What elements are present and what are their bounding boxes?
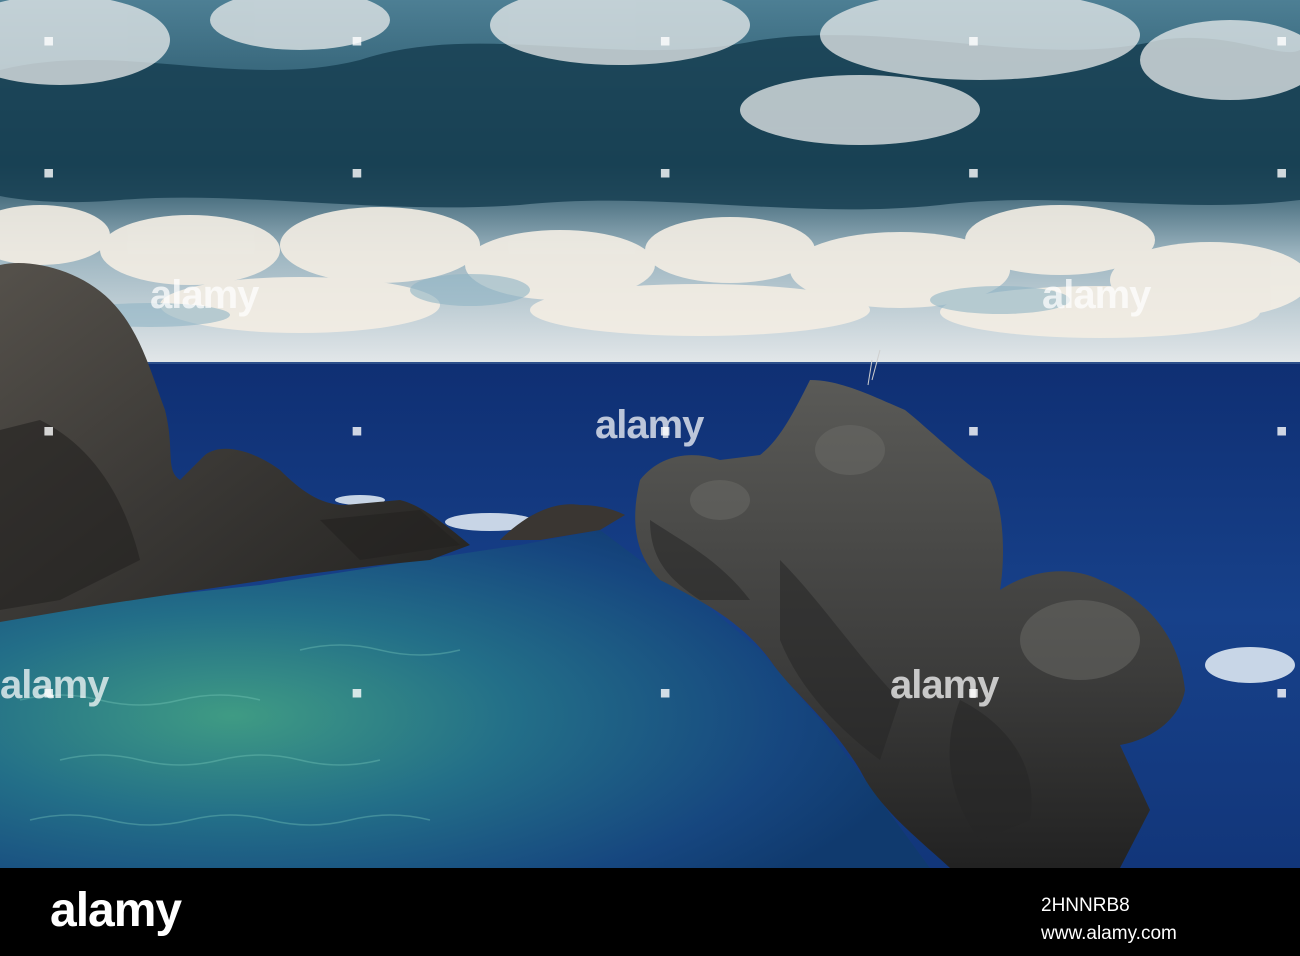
alamy-url[interactable]: www.alamy.com — [1041, 923, 1177, 945]
watermark-text: alamy — [150, 273, 259, 317]
watermark-dots: ▪▪▪▪▪ — [42, 680, 1288, 705]
stock-photo: alamy alamy alamy alamy alamy ▪▪▪▪ ▪ ▪▪▪ ▪… — [0, 0, 1300, 956]
watermark-dots: ▪▪▪▪▪ — [42, 418, 1288, 443]
image-id-block: 2HNNRB8 www.alamy.com — [1041, 895, 1177, 944]
watermark-dots: ▪▪▪▪▪ — [42, 160, 1288, 185]
alamy-logo: alamy — [50, 884, 182, 937]
watermark-dots: ▪▪▪▪▪ — [42, 28, 1288, 53]
image-id: 2HNNRB8 — [1041, 895, 1130, 916]
watermark-text: alamy — [1042, 273, 1151, 317]
